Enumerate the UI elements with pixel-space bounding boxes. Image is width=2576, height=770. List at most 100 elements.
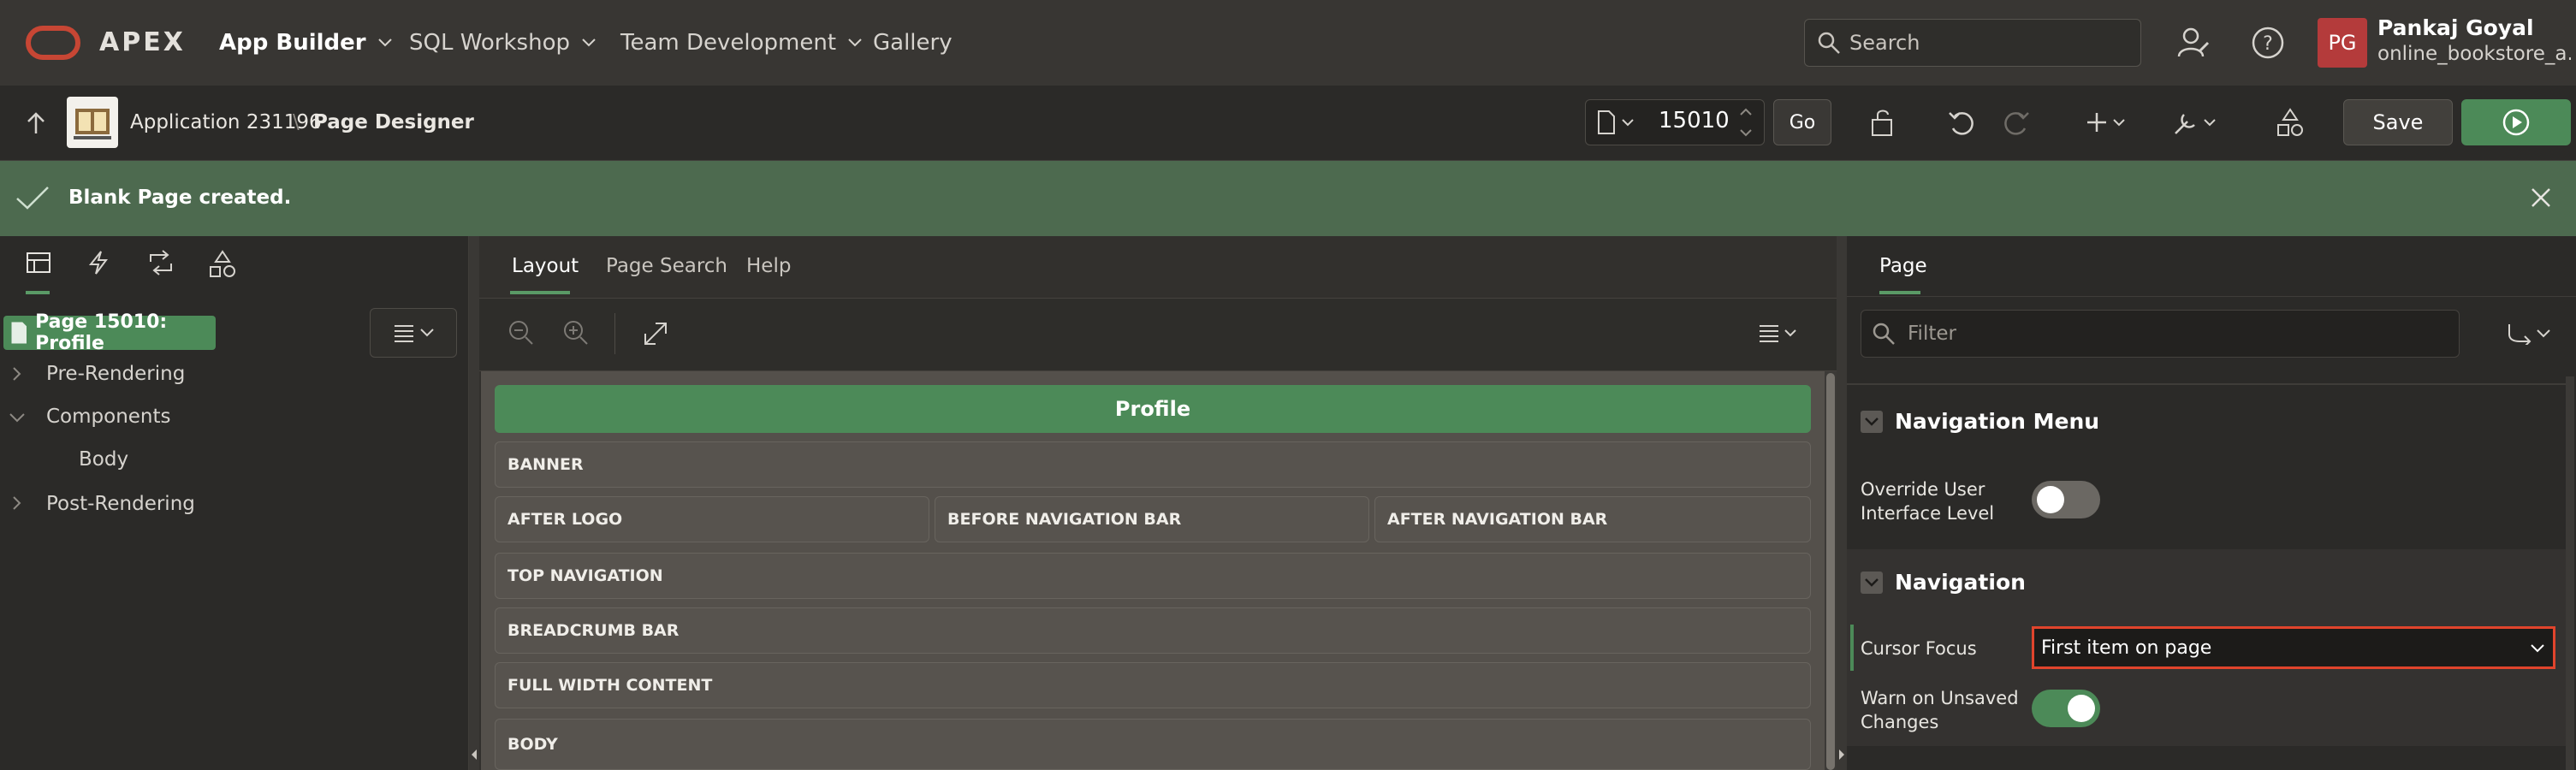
page-title-region[interactable]: Profile <box>495 385 1811 433</box>
layout-menu-icon[interactable] <box>1758 323 1801 342</box>
chevron-down-icon[interactable] <box>9 412 26 423</box>
go-button[interactable]: Go <box>1773 99 1831 145</box>
layout-toolbar <box>479 298 1837 371</box>
region-body[interactable]: BODY <box>495 719 1811 770</box>
nav-gallery[interactable]: Gallery <box>873 29 953 56</box>
nav-team-development-label: Team Development <box>620 30 837 56</box>
user-settings-icon[interactable] <box>2177 26 2211 60</box>
region-banner[interactable]: BANNER <box>495 441 1811 488</box>
dynamic-actions-tab-icon[interactable] <box>87 250 110 275</box>
section-navigation-menu[interactable]: Navigation Menu <box>1861 409 2099 434</box>
checkmark-icon <box>16 187 49 210</box>
help-icon[interactable]: ? <box>2251 26 2285 60</box>
rendering-tab-icon[interactable] <box>26 250 51 275</box>
tab-page-search[interactable]: Page Search <box>606 255 727 277</box>
user-workspace[interactable]: online_bookstore_a... <box>2377 43 2571 65</box>
tree-node-post-rendering[interactable]: Post-Rendering <box>46 493 195 515</box>
processing-tab-icon[interactable] <box>147 250 175 275</box>
nav-sql-workshop[interactable]: SQL Workshop <box>409 29 596 56</box>
page-stepper-icon[interactable] <box>1737 103 1754 142</box>
shared-components-tab-icon[interactable] <box>209 250 236 277</box>
chevron-right-icon[interactable] <box>12 366 22 382</box>
right-splitter[interactable] <box>1837 236 1847 770</box>
redo-icon[interactable] <box>2003 110 2030 137</box>
lock-page-icon[interactable] <box>1869 110 1898 137</box>
toggle-knob <box>2068 695 2095 722</box>
page-number-value[interactable]: 15010 <box>1659 108 1730 133</box>
create-menu-icon[interactable] <box>2086 111 2131 135</box>
nav-app-builder-label: App Builder <box>219 30 366 56</box>
canvas-scrollbar-thumb[interactable] <box>1826 373 1835 770</box>
region-before-navigation-bar[interactable]: BEFORE NAVIGATION BAR <box>935 496 1369 542</box>
tab-help[interactable]: Help <box>746 255 791 277</box>
section-navigation[interactable]: Navigation <box>1861 570 2026 595</box>
region-after-logo[interactable]: AFTER LOGO <box>495 496 929 542</box>
property-editor-scrollbar[interactable] <box>2566 376 2574 770</box>
zoom-in-icon[interactable] <box>563 320 589 346</box>
tree-node-page[interactable]: Page 15010: Profile <box>3 311 216 354</box>
cursor-focus-label: Cursor Focus <box>1861 638 1977 659</box>
go-to-group-button[interactable] <box>2492 310 2564 358</box>
success-banner <box>0 161 2576 236</box>
search-placeholder: Search <box>1849 31 1920 55</box>
page-selector-icon[interactable] <box>1597 110 1638 135</box>
banner-message: Blank Page created. <box>68 187 292 209</box>
apex-brand[interactable]: APEX <box>99 27 186 57</box>
oracle-logo-icon[interactable] <box>26 26 80 60</box>
filter-input[interactable]: Filter <box>1861 310 2460 358</box>
breadcrumb-separator: \ <box>293 111 300 133</box>
divider <box>1847 296 2576 297</box>
tab-page-properties[interactable]: Page <box>1879 255 1927 277</box>
breadcrumb-page-designer: Page Designer <box>313 111 474 133</box>
collapse-icon[interactable] <box>1861 571 1883 594</box>
tree-menu-button[interactable] <box>370 308 457 358</box>
collapse-left-icon[interactable] <box>470 748 478 761</box>
run-page-button[interactable] <box>2461 99 2571 145</box>
section-navigation-title: Navigation <box>1895 570 2026 595</box>
go-to-group-icon <box>2508 324 2531 345</box>
region-full-width-content[interactable]: FULL WIDTH CONTENT <box>495 662 1811 708</box>
region-after-navigation-bar[interactable]: AFTER NAVIGATION BAR <box>1374 496 1811 542</box>
region-full-width-content-label: FULL WIDTH CONTENT <box>507 676 713 695</box>
nav-team-development[interactable]: Team Development <box>620 29 862 56</box>
application-icon[interactable] <box>67 97 118 148</box>
cursor-focus-value: First item on page <box>2041 637 2212 659</box>
chevron-down-icon <box>2537 329 2550 338</box>
nav-app-builder[interactable]: App Builder <box>219 29 392 56</box>
chevron-down-icon <box>377 38 392 47</box>
cursor-focus-select[interactable]: First item on page <box>2032 626 2555 669</box>
warn-unsaved-toggle[interactable] <box>2032 690 2100 727</box>
override-ui-level-toggle[interactable] <box>2032 481 2100 518</box>
zoom-out-icon[interactable] <box>508 320 534 346</box>
shared-components-icon[interactable] <box>2276 108 2304 137</box>
avatar[interactable]: PG <box>2318 18 2367 68</box>
utilities-wrench-icon[interactable] <box>2172 110 2220 137</box>
region-breadcrumb-bar[interactable]: BREADCRUMB BAR <box>495 607 1811 654</box>
expand-icon[interactable] <box>644 322 668 346</box>
collapse-right-icon[interactable] <box>1837 748 1846 761</box>
left-splitter[interactable] <box>469 236 479 770</box>
close-icon[interactable] <box>2530 187 2552 209</box>
page-icon <box>11 322 27 344</box>
save-button[interactable]: Save <box>2343 99 2453 145</box>
tree-node-pre-rendering[interactable]: Pre-Rendering <box>46 363 185 385</box>
active-tab-indicator <box>1879 291 1920 294</box>
divider <box>1847 383 2566 385</box>
toggle-knob <box>2037 486 2064 513</box>
arrow-up-icon[interactable] <box>26 111 46 135</box>
undo-icon[interactable] <box>1948 110 1975 137</box>
tree-node-body[interactable]: Body <box>79 448 128 471</box>
region-top-navigation[interactable]: TOP NAVIGATION <box>495 553 1811 599</box>
active-tab-indicator <box>510 291 570 294</box>
chevron-down-icon <box>582 38 596 47</box>
chevron-down-icon <box>420 329 434 337</box>
user-name[interactable]: Pankaj Goyal <box>2377 15 2534 40</box>
tab-layout[interactable]: Layout <box>512 255 579 277</box>
menu-icon <box>395 325 413 342</box>
search-input[interactable]: Search <box>1804 19 2141 67</box>
override-ui-level-label: Override User Interface Level <box>1861 479 1995 524</box>
collapse-icon[interactable] <box>1861 410 1883 433</box>
warn-unsaved-label: Warn on Unsaved Changes <box>1861 688 2019 732</box>
chevron-right-icon[interactable] <box>12 495 22 511</box>
tree-node-components[interactable]: Components <box>46 406 171 428</box>
